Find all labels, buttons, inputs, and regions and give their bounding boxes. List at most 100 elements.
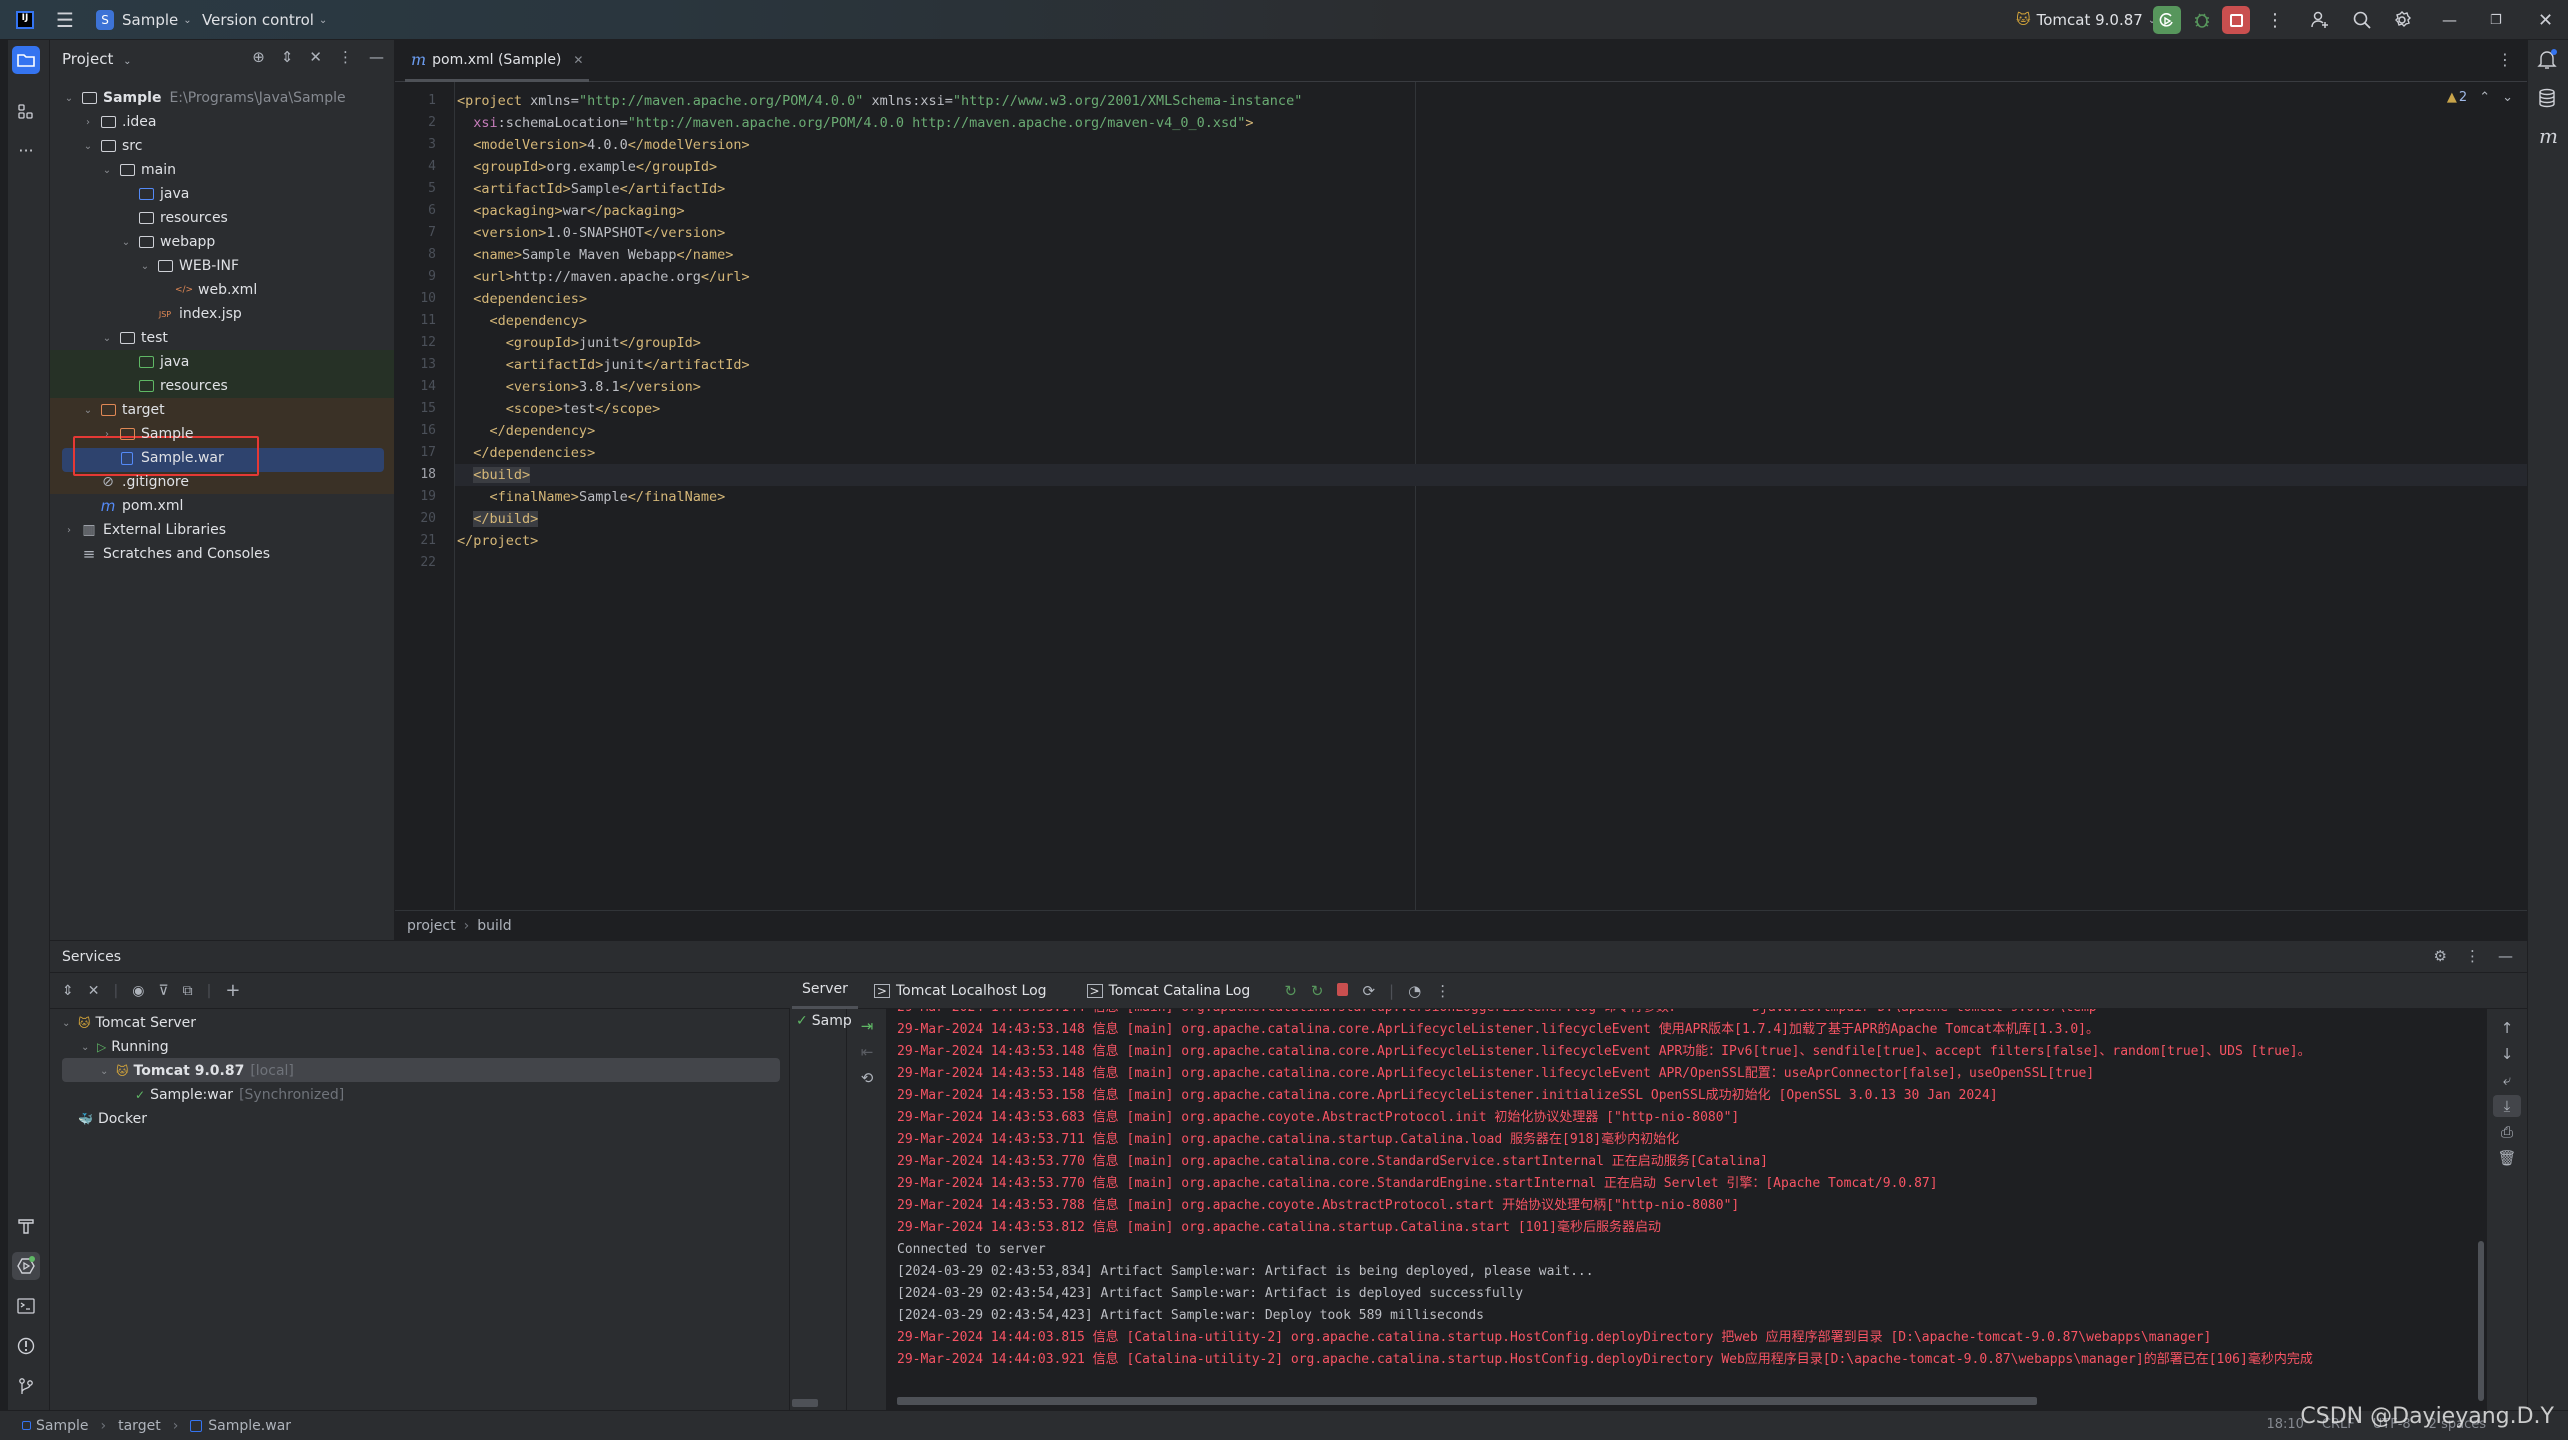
tree-item[interactable]: ⌄ src [50,134,395,158]
scroll-to-end-icon[interactable]: ⤓ [2493,1095,2521,1117]
tree-item[interactable]: ⌄ Sample E:\Programs\Java\Sample [50,86,395,110]
console-output[interactable]: 29-Mar-2024 14:43:53.144 信息 [main] org.a… [887,1009,2487,1411]
restart-icon[interactable]: ⟳ [1362,982,1375,1000]
service-item[interactable]: ⌄ 🐱 Tomcat Server [62,1011,196,1035]
tree-item[interactable]: ⌄ main [50,158,395,182]
more-icon[interactable]: ⋮ [1435,982,1450,1000]
more-icon[interactable]: ⋮ [2465,947,2480,965]
chevron-right-icon[interactable]: › [81,117,95,128]
chevron-down-icon[interactable]: ⌄ [81,405,95,416]
add-user-icon[interactable] [2310,0,2330,40]
tree-item[interactable]: m pom.xml [50,494,395,518]
tree-item[interactable]: JSP index.jsp [50,302,395,326]
console-vertical-scrollbar[interactable] [2478,1241,2484,1401]
chevron-right-icon[interactable]: › [100,429,114,440]
chevron-down-icon[interactable]: ⌄ [100,165,114,176]
deploy-icon[interactable]: ⇥ [853,1015,881,1037]
tab-pom-xml[interactable]: m pom.xml (Sample) ✕ [405,40,590,82]
prev-highlight-icon[interactable]: ⌃ [2479,90,2490,105]
debug-button[interactable] [2192,0,2212,40]
version-control-menu[interactable]: Version control ⌄ [202,0,327,40]
status-breadcrumb-target[interactable]: target [118,1418,161,1434]
update-running-app-icon[interactable]: ↻ [1284,982,1297,1000]
minimize-icon[interactable]: — [2442,0,2457,40]
locate-icon[interactable]: ⊕ [252,48,265,66]
chevron-down-icon[interactable]: ⌄ [62,1018,78,1029]
tree-item[interactable]: </> web.xml [50,278,395,302]
next-highlight-icon[interactable]: ⌄ [2502,90,2513,105]
tree-item[interactable]: ⊘ .gitignore [50,470,395,494]
chevron-down-icon[interactable]: ⌄ [100,333,114,344]
search-icon[interactable] [2352,0,2372,40]
tab-tomcat-catalina-log[interactable]: > Tomcat Catalina Log [1077,973,1261,1009]
tree-item[interactable]: ⌄ webapp [50,230,395,254]
tree-item[interactable]: resources [50,206,395,230]
git-branch-icon[interactable] [12,1372,40,1400]
chevron-down-icon[interactable]: ⌄ [81,141,95,152]
collapse-all-icon[interactable]: ✕ [88,983,100,999]
down-arrow-icon[interactable]: ↓ [2493,1043,2521,1065]
tab-server[interactable]: Server [792,973,858,1009]
app-logo-icon[interactable]: IJ [16,0,34,40]
chevron-down-icon[interactable]: ⌄ [138,261,152,272]
editor-more-icon[interactable]: ⋮ [2497,50,2513,69]
status-breadcrumb-sample[interactable]: Sample [22,1418,89,1434]
open-browser-icon[interactable]: ◔ [1408,982,1421,1000]
chevron-down-icon[interactable]: ⌄ [81,1042,97,1053]
hide-panel-icon[interactable]: — [2498,947,2513,965]
service-item[interactable]: ⌄ ▷ Running [81,1035,169,1059]
clear-trash-icon[interactable]: 🗑 [2493,1147,2521,1169]
project-switcher[interactable]: S Sample ⌄ [96,0,192,40]
filter-icon[interactable]: ⊽ [158,983,168,999]
add-service-icon[interactable]: + [225,980,240,1001]
tree-item[interactable]: › .idea [50,110,395,134]
tree-item[interactable]: ⌄ target [50,398,395,422]
expand-all-icon[interactable]: ⇕ [62,983,74,999]
main-menu-icon[interactable]: ☰ [56,0,74,40]
chevron-down-icon[interactable]: ⌄ [62,93,76,104]
build-hammer-icon[interactable] [12,1212,40,1240]
structure-icon[interactable] [12,98,40,126]
status-breadcrumb-war[interactable]: Sample.war [190,1418,291,1434]
tree-item[interactable]: Sample.war [50,446,395,470]
tree-item[interactable]: › ▥ External Libraries [50,518,395,542]
tree-item[interactable]: resources [50,374,395,398]
service-item[interactable]: ✓ Sample:war [Synchronized] [119,1083,344,1107]
tree-item[interactable]: › Sample [50,422,395,446]
chevron-down-icon[interactable]: ⌄ [100,1066,116,1077]
project-panel-title[interactable]: Project ⌄ [62,50,132,68]
chevron-down-icon[interactable]: ⌄ [119,237,133,248]
tree-item[interactable]: java [50,182,395,206]
soft-wrap-icon[interactable]: ⤶ [2493,1069,2521,1091]
stop-server-icon[interactable] [1337,982,1349,1000]
undeploy-icon[interactable]: ⇤ [853,1041,881,1063]
expand-all-icon[interactable]: ⇕ [281,48,294,66]
collapse-all-icon[interactable]: ✕ [309,48,322,66]
restore-icon[interactable]: ❐ [2490,0,2502,40]
up-arrow-icon[interactable]: ↑ [2493,1017,2521,1039]
breadcrumb-build[interactable]: build [477,918,511,934]
run-config-selector[interactable]: 🐱 Tomcat 9.0.87 ⌄ [2016,0,2156,40]
database-icon[interactable] [2538,88,2556,112]
code-editor[interactable]: ▲ 2 ⌃ ⌄ <project xmlns="http://maven.apa… [455,82,2527,910]
inspection-widget[interactable]: ▲ 2 ⌃ ⌄ [2447,90,2513,105]
services-icon[interactable] [12,1252,40,1280]
close-tab-icon[interactable]: ✕ [573,53,583,67]
new-tab-icon[interactable]: ⧉ [183,983,193,999]
problems-icon[interactable] [12,1332,40,1360]
tree-item[interactable]: ⌄ test [50,326,395,350]
tree-item[interactable]: ≡ Scratches and Consoles [50,542,395,566]
chevron-right-icon[interactable]: › [62,525,76,536]
cursor-position[interactable]: 18:10 [2266,1417,2303,1432]
more-icon[interactable]: ⋮ [2266,0,2284,40]
deployment-item[interactable]: ✓ Samp [796,1013,852,1029]
view-options-eye-icon[interactable]: ◉ [132,983,144,999]
notifications-bell-icon[interactable] [2536,48,2560,72]
tree-item[interactable]: ⌄ WEB-INF [50,254,395,278]
more-icon[interactable]: ⋮ [338,48,353,66]
close-icon[interactable]: ✕ [2538,0,2553,40]
breadcrumb-project[interactable]: project [407,918,456,934]
rerun-debug-icon[interactable]: ↻ [1311,982,1324,1000]
hide-panel-icon[interactable]: — [369,48,384,66]
project-tool-folder-icon[interactable] [12,46,40,74]
